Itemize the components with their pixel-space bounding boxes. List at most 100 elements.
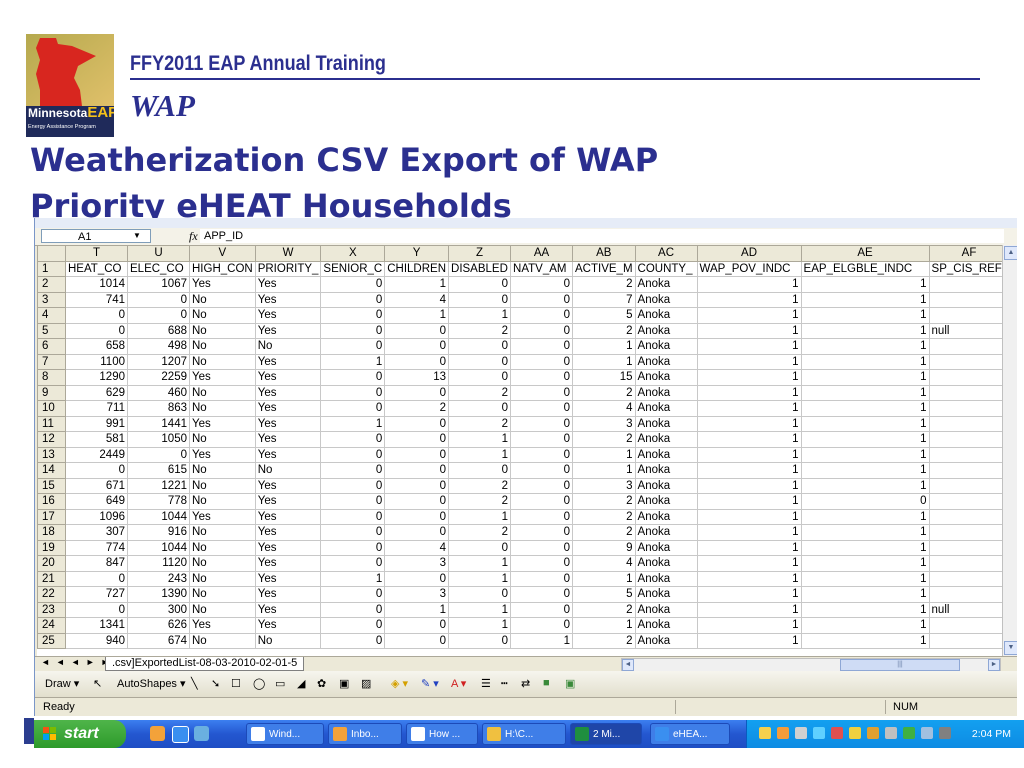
row-header[interactable]: 2 xyxy=(37,276,66,293)
smiley-tray-icon[interactable] xyxy=(849,727,861,739)
table-cell[interactable]: No xyxy=(189,384,256,401)
rectangle-icon[interactable]: ☐ xyxy=(231,677,241,690)
table-cell[interactable] xyxy=(928,369,1010,386)
table-cell[interactable]: 300 xyxy=(127,601,190,618)
select-objects-icon[interactable]: ↖ xyxy=(93,677,102,690)
table-cell[interactable] xyxy=(928,586,1010,603)
table-cell[interactable]: Anoka xyxy=(634,617,698,634)
header-cell[interactable]: DISABLED xyxy=(448,260,512,277)
table-cell[interactable]: 1044 xyxy=(127,508,190,525)
table-cell[interactable]: 0 xyxy=(384,415,450,432)
table-cell[interactable]: 1 xyxy=(696,601,802,618)
table-cell[interactable]: 1 xyxy=(572,446,636,463)
table-cell[interactable]: 0 xyxy=(384,524,450,541)
table-cell[interactable] xyxy=(928,617,1010,634)
table-cell[interactable]: 0 xyxy=(448,586,512,603)
horizontal-scrollbar[interactable]: ◄ ||| ► xyxy=(621,658,1001,672)
table-cell[interactable]: Yes xyxy=(189,508,256,525)
table-cell[interactable]: No xyxy=(254,462,322,479)
table-cell[interactable]: Anoka xyxy=(634,415,698,432)
table-cell[interactable]: 0 xyxy=(448,338,512,355)
column-header[interactable]: AE xyxy=(800,245,930,262)
table-cell[interactable] xyxy=(928,446,1010,463)
table-cell[interactable]: 2 xyxy=(572,601,636,618)
table-cell[interactable]: 0 xyxy=(65,307,128,324)
table-cell[interactable]: 1 xyxy=(800,307,930,324)
table-cell[interactable]: Anoka xyxy=(634,431,698,448)
ie-quicklaunch-icon[interactable] xyxy=(172,726,189,743)
table-cell[interactable]: Yes xyxy=(254,493,322,510)
table-cell[interactable]: 2 xyxy=(448,493,512,510)
row-header[interactable]: 1 xyxy=(37,260,66,277)
table-cell[interactable]: No xyxy=(254,632,322,649)
table-cell[interactable]: 1 xyxy=(696,307,802,324)
table-cell[interactable] xyxy=(928,508,1010,525)
table-cell[interactable]: 1 xyxy=(384,307,450,324)
table-cell[interactable]: 0 xyxy=(448,539,512,556)
table-cell[interactable]: 0 xyxy=(510,431,574,448)
table-cell[interactable] xyxy=(928,307,1010,324)
table-cell[interactable]: 1 xyxy=(696,353,802,370)
table-cell[interactable]: Anoka xyxy=(634,384,698,401)
scroll-up-icon[interactable]: ▲ xyxy=(1004,246,1017,260)
table-cell[interactable]: 2 xyxy=(572,632,636,649)
table-cell[interactable]: 0 xyxy=(510,415,574,432)
table-cell[interactable]: 2 xyxy=(572,493,636,510)
table-cell[interactable]: 0 xyxy=(510,555,574,572)
table-cell[interactable]: 460 xyxy=(127,384,190,401)
picture-icon[interactable]: ▨ xyxy=(361,677,371,690)
table-cell[interactable]: 3 xyxy=(572,477,636,494)
wordart-icon[interactable]: ◢ xyxy=(297,677,305,690)
table-cell[interactable]: 1 xyxy=(696,338,802,355)
update-tray-icon[interactable] xyxy=(867,727,879,739)
table-cell[interactable]: No xyxy=(189,524,256,541)
table-cell[interactable]: Yes xyxy=(254,446,322,463)
column-header[interactable]: Y xyxy=(384,245,450,262)
table-cell[interactable]: No xyxy=(189,431,256,448)
row-header[interactable]: 22 xyxy=(37,586,66,603)
table-cell[interactable]: 0 xyxy=(384,462,450,479)
row-header[interactable]: 16 xyxy=(37,493,66,510)
row-header[interactable]: 12 xyxy=(37,431,66,448)
table-cell[interactable]: 671 xyxy=(65,477,128,494)
table-cell[interactable]: 863 xyxy=(127,400,190,417)
table-cell[interactable]: 3 xyxy=(384,555,450,572)
table-cell[interactable]: Yes xyxy=(189,617,256,634)
table-cell[interactable]: 1 xyxy=(696,617,802,634)
table-cell[interactable]: 2 xyxy=(448,477,512,494)
table-cell[interactable]: 0 xyxy=(320,462,386,479)
table-cell[interactable]: 5 xyxy=(572,586,636,603)
table-cell[interactable]: 0 xyxy=(320,431,386,448)
table-cell[interactable]: Anoka xyxy=(634,570,698,587)
table-cell[interactable]: No xyxy=(189,291,256,308)
table-cell[interactable]: Yes xyxy=(189,276,256,293)
table-cell[interactable]: 4 xyxy=(384,291,450,308)
row-header[interactable]: 7 xyxy=(37,353,66,370)
column-header[interactable]: Z xyxy=(448,245,512,262)
table-cell[interactable]: Yes xyxy=(254,524,322,541)
row-header[interactable]: 13 xyxy=(37,446,66,463)
column-header[interactable]: T xyxy=(65,245,128,262)
table-cell[interactable]: 0 xyxy=(448,353,512,370)
table-cell[interactable]: 0 xyxy=(510,276,574,293)
sheet-tab[interactable]: .csv]ExportedList-08-03-2010-02-01-5 xyxy=(105,657,305,671)
table-cell[interactable]: No xyxy=(189,586,256,603)
start-button[interactable]: start xyxy=(34,720,126,748)
table-cell[interactable]: 2 xyxy=(448,384,512,401)
table-cell[interactable]: 2 xyxy=(384,400,450,417)
taskbar-clock[interactable]: 2:04 PM xyxy=(972,720,1011,748)
table-cell[interactable]: 1 xyxy=(696,415,802,432)
table-cell[interactable]: 0 xyxy=(320,555,386,572)
search-tray-icon[interactable] xyxy=(813,727,825,739)
table-cell[interactable]: No xyxy=(189,477,256,494)
table-cell[interactable]: 0 xyxy=(448,291,512,308)
outlook-quicklaunch-icon[interactable] xyxy=(150,726,165,741)
table-cell[interactable]: 615 xyxy=(127,462,190,479)
table-cell[interactable]: 1100 xyxy=(65,353,128,370)
table-cell[interactable]: 649 xyxy=(65,493,128,510)
table-cell[interactable] xyxy=(928,632,1010,649)
table-cell[interactable]: 0 xyxy=(510,369,574,386)
row-header[interactable]: 3 xyxy=(37,291,66,308)
row-header[interactable]: 20 xyxy=(37,555,66,572)
table-cell[interactable]: 0 xyxy=(448,400,512,417)
